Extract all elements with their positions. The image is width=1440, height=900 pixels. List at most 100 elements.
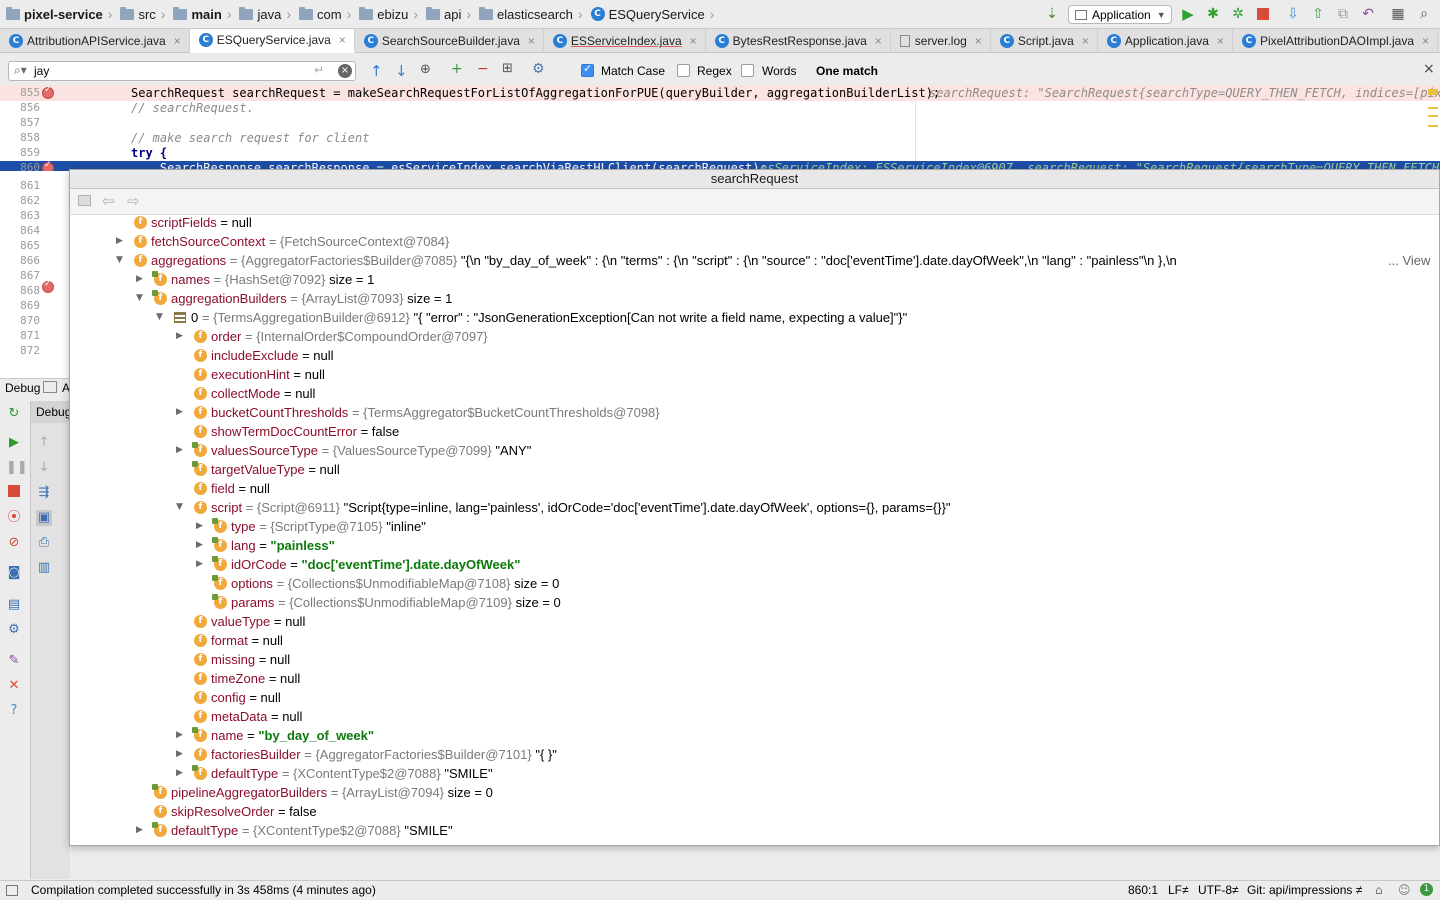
view-breakpoints-icon[interactable]: ⦿	[6, 510, 22, 526]
next-occurrence-icon[interactable]: ↓	[395, 62, 408, 80]
tab-search-source-builder[interactable]: C SearchSourceBuilder.java ×	[355, 29, 544, 53]
tree-row[interactable]: ▶ f names = {HashSet@7092} size = 1	[70, 270, 1439, 289]
tree-row[interactable]: f pipelineAggregatorBuilders = {ArrayLis…	[70, 783, 1439, 802]
tree-row[interactable]: ▼ 0 = {TermsAggregationBuilder@6912} "{ …	[70, 308, 1439, 327]
tab-script[interactable]: C Script.java ×	[991, 29, 1098, 53]
tree-row[interactable]: ▶ f lang = "painless"	[70, 536, 1439, 555]
run-configuration-select[interactable]: Application ▼	[1068, 5, 1172, 24]
tree-row[interactable]: ▶ f order = {InternalOrder$CompoundOrder…	[70, 327, 1439, 346]
vcs-update-icon[interactable]: ⇩	[1285, 6, 1301, 22]
print-icon[interactable]: ⎙	[36, 535, 52, 551]
tree-row[interactable]: ▼ f aggregations = {AggregatorFactories$…	[70, 251, 1439, 270]
caret-position[interactable]: 860:1	[1128, 881, 1158, 900]
close-icon[interactable]: ×	[339, 33, 346, 47]
search-everywhere-icon[interactable]: ⌕	[1416, 6, 1432, 22]
layout-icon[interactable]: ▤	[6, 597, 22, 613]
expand-arrow-icon[interactable]: ▶	[116, 232, 126, 251]
collapse-arrow-icon[interactable]: ▼	[156, 308, 166, 327]
previous-occurrence-icon[interactable]: ↑	[370, 62, 383, 80]
trash-icon[interactable]: ▥	[36, 560, 52, 576]
find-all-icon[interactable]: ⊕	[420, 62, 431, 77]
tree-row[interactable]: f params = {Collections$UnmodifiableMap@…	[70, 593, 1439, 612]
stop-icon[interactable]	[6, 485, 22, 501]
tree-row[interactable]: f timeZone = null	[70, 669, 1439, 688]
breakpoint-icon[interactable]	[42, 85, 54, 99]
tree-row[interactable]: f includeExclude = null	[70, 346, 1439, 365]
step-up-icon[interactable]: ↑	[36, 435, 52, 451]
breadcrumb-elasticsearch[interactable]: elasticsearch ›	[473, 0, 585, 29]
filter-icon[interactable]: ⇶	[36, 485, 52, 501]
close-icon[interactable]: ×	[1422, 34, 1429, 48]
lock-icon[interactable]: ⌂	[1375, 881, 1383, 900]
tree-row[interactable]: ▶ f defaultType = {XContentType$2@7088} …	[70, 821, 1439, 840]
revert-icon[interactable]: ↶	[1360, 6, 1376, 22]
tree-row[interactable]: f targetValueType = null	[70, 460, 1439, 479]
close-icon[interactable]: ×	[528, 34, 535, 48]
expand-arrow-icon[interactable]: ▶	[176, 327, 186, 346]
expand-arrow-icon[interactable]: ▶	[196, 517, 206, 536]
regex-checkbox[interactable]	[677, 64, 690, 77]
close-icon[interactable]: ×	[1082, 34, 1089, 48]
vcs-commit-icon[interactable]: ⇧	[1310, 6, 1326, 22]
run-icon[interactable]: ▶	[1180, 6, 1196, 22]
stop-icon[interactable]	[1255, 6, 1271, 22]
match-case-checkbox[interactable]	[581, 62, 594, 77]
tree-row[interactable]: f options = {Collections$UnmodifiableMap…	[70, 574, 1439, 593]
tab-pixel-attribution-dao-impl[interactable]: C PixelAttributionDAOImpl.java ×	[1233, 29, 1439, 53]
clear-icon[interactable]: ×	[338, 64, 352, 78]
variable-inspector-popup[interactable]: searchRequest ⇦ ⇨ f scriptFields = null …	[69, 169, 1440, 846]
tree-row[interactable]: f field = null	[70, 479, 1439, 498]
tool-windows-icon[interactable]	[6, 885, 18, 896]
event-log-icon[interactable]: 1	[1420, 883, 1433, 896]
popup-title[interactable]: searchRequest	[70, 170, 1439, 189]
pin-icon[interactable]: ✎	[6, 653, 22, 669]
tree-row[interactable]: ▶ f factoriesBuilder = {AggregatorFactor…	[70, 745, 1439, 764]
view-link[interactable]: ... View	[1382, 251, 1431, 270]
tree-row[interactable]: f metaData = null	[70, 707, 1439, 726]
breadcrumb-ebizu[interactable]: ebizu ›	[353, 0, 420, 29]
add-to-watches-icon[interactable]	[78, 195, 91, 206]
breakpoint-icon[interactable]	[42, 160, 54, 171]
tree-row[interactable]: ▶ f idOrCode = "doc['eventTime'].date.da…	[70, 555, 1439, 574]
search-input[interactable]: ⌕▾ jay ↵ ×	[8, 61, 356, 81]
breadcrumb-main[interactable]: main ›	[167, 0, 233, 29]
expand-arrow-icon[interactable]: ▶	[176, 441, 186, 460]
tree-row[interactable]: f showTermDocCountError = false	[70, 422, 1439, 441]
expand-arrow-icon[interactable]: ▶	[176, 726, 186, 745]
pause-icon[interactable]: ❚❚	[6, 460, 28, 476]
close-icon[interactable]: ×	[975, 34, 982, 48]
breadcrumb-api[interactable]: api ›	[420, 0, 473, 29]
help-icon[interactable]: ?	[6, 703, 22, 719]
tab-server-log[interactable]: server.log ×	[891, 29, 991, 53]
line-separator-select[interactable]: LF≠	[1168, 881, 1189, 900]
rerun-icon[interactable]: ↻	[6, 406, 22, 422]
tree-row[interactable]: f valueType = null	[70, 612, 1439, 631]
close-icon[interactable]: ×	[1217, 34, 1224, 48]
breadcrumb-src[interactable]: src ›	[114, 0, 167, 29]
close-icon[interactable]: ×	[875, 34, 882, 48]
expand-arrow-icon[interactable]: ▶	[176, 764, 186, 783]
tree-row[interactable]: ▶ f valuesSourceType = {ValuesSourceType…	[70, 441, 1439, 460]
settings-icon[interactable]: ⚙	[532, 61, 545, 77]
forward-icon[interactable]: ⇨	[127, 192, 140, 210]
vcs-history-icon[interactable]: ⧉	[1335, 6, 1351, 22]
settings-icon[interactable]: ⚙	[6, 622, 22, 638]
breadcrumb-java[interactable]: java ›	[233, 0, 293, 29]
words-checkbox[interactable]	[741, 64, 754, 77]
project-structure-icon[interactable]: ▦	[1390, 6, 1406, 22]
build-icon[interactable]: ⇣	[1044, 6, 1060, 22]
collapse-arrow-icon[interactable]: ▼	[136, 289, 146, 308]
expand-arrow-icon[interactable]: ▶	[176, 403, 186, 422]
tree-row[interactable]: f config = null	[70, 688, 1439, 707]
tree-row[interactable]: ▶ f type = {ScriptType@7105} "inline"	[70, 517, 1439, 536]
expand-arrow-icon[interactable]: ▶	[196, 536, 206, 555]
select-all-occurrences-icon[interactable]: ⊞	[502, 61, 513, 76]
breakpoint-icon[interactable]	[42, 279, 54, 293]
tree-row[interactable]: ▶ f name = "by_day_of_week"	[70, 726, 1439, 745]
tab-es-query-service[interactable]: C ESQueryService.java ×	[189, 29, 355, 53]
debugger-tab[interactable]: Debug	[31, 401, 71, 423]
camera-icon[interactable]: ◙	[6, 565, 22, 581]
code-editor[interactable]: 855 856 857 858 859 860 SearchRequest se…	[0, 85, 1440, 171]
tree-row[interactable]: f skipResolveOrder = false	[70, 802, 1439, 821]
debug-tool-label[interactable]: Debug	[5, 381, 40, 395]
